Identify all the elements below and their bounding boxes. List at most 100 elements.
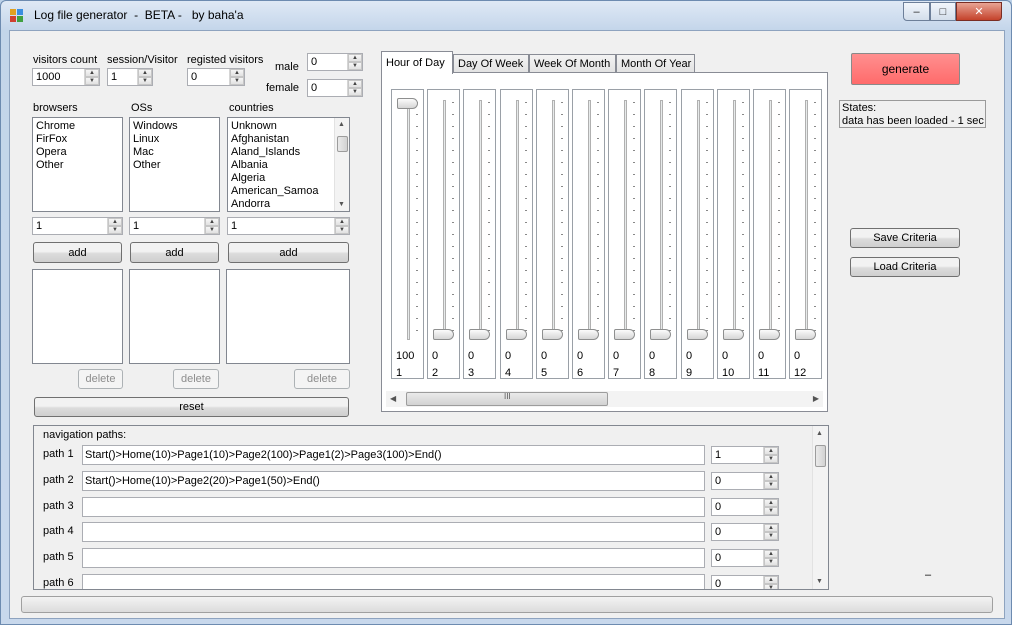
delete-country-button[interactable]: delete <box>294 369 350 389</box>
path-3-count-stepper[interactable]: 0 ▲ ▼ <box>711 498 779 516</box>
list-item[interactable]: Algeria <box>228 172 349 185</box>
path-6-count-stepper[interactable]: 0 ▲ ▼ <box>711 575 779 589</box>
hour-slider-3[interactable]: 03 <box>463 89 496 379</box>
list-item[interactable]: Linux <box>130 133 219 146</box>
spin-up-icon[interactable]: ▲ <box>764 550 778 558</box>
hour-slider-2[interactable]: 02 <box>427 89 460 379</box>
spin-up-icon[interactable]: ▲ <box>230 69 244 77</box>
list-item[interactable]: Chrome <box>33 120 122 133</box>
scroll-down-icon[interactable]: ▼ <box>338 201 345 208</box>
hour-slider-6[interactable]: 06 <box>572 89 605 379</box>
spin-up-icon[interactable]: ▲ <box>335 218 349 226</box>
list-item[interactable]: American_Samoa <box>228 185 349 198</box>
countries-weight-stepper[interactable]: 1 ▲ ▼ <box>227 217 350 235</box>
spin-down-icon[interactable]: ▼ <box>764 455 778 463</box>
path-3-input[interactable] <box>82 497 705 517</box>
spin-down-icon[interactable]: ▼ <box>764 507 778 515</box>
list-item[interactable]: Albania <box>228 159 349 172</box>
navigation-scrollbar[interactable]: ▲ ▼ <box>812 426 828 589</box>
session-stepper[interactable]: 1 ▲ ▼ <box>107 68 153 86</box>
list-item[interactable]: Unknown <box>228 120 349 133</box>
hour-slider-4[interactable]: 04 <box>500 89 533 379</box>
spin-up-icon[interactable]: ▲ <box>205 218 219 226</box>
tab-hour-of-day[interactable]: Hour of Day <box>381 51 453 74</box>
spin-up-icon[interactable]: ▲ <box>764 524 778 532</box>
spin-up-icon[interactable]: ▲ <box>764 576 778 584</box>
selected-browsers-listbox[interactable] <box>32 269 123 364</box>
slider-thumb[interactable] <box>687 329 708 340</box>
list-item[interactable]: Andorra <box>228 198 349 211</box>
path-6-input[interactable] <box>82 574 705 589</box>
male-stepper[interactable]: 0 ▲ ▼ <box>307 53 363 71</box>
selected-countries-listbox[interactable] <box>226 269 350 364</box>
spin-down-icon[interactable]: ▼ <box>764 558 778 566</box>
load-criteria-button[interactable]: Load Criteria <box>850 257 960 277</box>
path-2-input[interactable]: Start()>Home(10)>Page2(20)>Page1(50)>End… <box>82 471 705 491</box>
spin-down-icon[interactable]: ▼ <box>108 226 122 234</box>
slider-thumb[interactable] <box>542 329 563 340</box>
slider-thumb[interactable] <box>578 329 599 340</box>
path-5-count-stepper[interactable]: 0 ▲ ▼ <box>711 549 779 567</box>
slider-thumb[interactable] <box>506 329 527 340</box>
slider-thumb[interactable] <box>397 98 418 109</box>
hour-slider-8[interactable]: 08 <box>644 89 677 379</box>
oss-listbox[interactable]: Windows Linux Mac Other <box>129 117 220 212</box>
spin-up-icon[interactable]: ▲ <box>348 54 362 62</box>
hour-slider-11[interactable]: 0 11 <box>753 89 786 379</box>
female-stepper[interactable]: 0 ▲ ▼ <box>307 79 363 97</box>
slider-thumb[interactable] <box>469 329 490 340</box>
spin-up-icon[interactable]: ▲ <box>348 80 362 88</box>
slider-thumb[interactable] <box>614 329 635 340</box>
registed-visitors-stepper[interactable]: 0 ▲ ▼ <box>187 68 245 86</box>
hour-slider-12[interactable]: 0 12 <box>789 89 822 379</box>
list-item[interactable]: Windows <box>130 120 219 133</box>
list-item[interactable]: Opera <box>33 146 122 159</box>
scroll-up-icon[interactable]: ▲ <box>338 121 345 128</box>
path-4-input[interactable] <box>82 522 705 542</box>
spin-up-icon[interactable]: ▲ <box>764 473 778 481</box>
slider-thumb[interactable] <box>433 329 454 340</box>
spin-down-icon[interactable]: ▼ <box>764 481 778 489</box>
spin-up-icon[interactable]: ▲ <box>108 218 122 226</box>
reset-button[interactable]: reset <box>34 397 349 417</box>
tab-week-of-month[interactable]: Week Of Month <box>529 54 616 73</box>
countries-listbox[interactable]: Unknown Afghanistan Aland_Islands Albani… <box>227 117 350 212</box>
spin-down-icon[interactable]: ▼ <box>764 532 778 540</box>
sliders-scrollbar[interactable]: ◀ III ▶ <box>386 391 823 407</box>
minimize-button[interactable]: – <box>903 2 930 21</box>
scroll-down-icon[interactable]: ▼ <box>816 578 823 585</box>
spin-down-icon[interactable]: ▼ <box>348 62 362 70</box>
hour-slider-5[interactable]: 05 <box>536 89 569 379</box>
scroll-up-icon[interactable]: ▲ <box>816 430 823 437</box>
tab-day-of-week[interactable]: Day Of Week <box>453 54 529 73</box>
close-button[interactable]: ✕ <box>956 2 1002 21</box>
list-item[interactable]: Mac <box>130 146 219 159</box>
path-5-input[interactable] <box>82 548 705 568</box>
scroll-thumb[interactable] <box>337 136 348 152</box>
hour-slider-7[interactable]: 07 <box>608 89 641 379</box>
spin-down-icon[interactable]: ▼ <box>348 88 362 96</box>
slider-thumb[interactable] <box>795 329 816 340</box>
selected-oss-listbox[interactable] <box>129 269 220 364</box>
path-4-count-stepper[interactable]: 0 ▲ ▼ <box>711 523 779 541</box>
delete-browser-button[interactable]: delete <box>78 369 123 389</box>
add-country-button[interactable]: add <box>228 242 349 263</box>
path-1-count-stepper[interactable]: 1 ▲ ▼ <box>711 446 779 464</box>
add-os-button[interactable]: add <box>130 242 219 263</box>
scroll-left-icon[interactable]: ◀ <box>390 394 396 403</box>
hour-slider-1[interactable]: 100 1 <box>391 89 424 379</box>
oss-weight-stepper[interactable]: 1 ▲ ▼ <box>129 217 220 235</box>
generate-button[interactable]: generate <box>851 53 960 85</box>
browsers-listbox[interactable]: Chrome FirFox Opera Other <box>32 117 123 212</box>
title-bar[interactable]: Log file generator - BETA - by baha'a – … <box>1 1 1011 29</box>
spin-down-icon[interactable]: ▼ <box>138 77 152 85</box>
delete-os-button[interactable]: delete <box>173 369 219 389</box>
spin-down-icon[interactable]: ▼ <box>85 77 99 85</box>
list-item[interactable]: Afghanistan <box>228 133 349 146</box>
countries-scrollbar[interactable]: ▲ ▼ <box>334 118 349 211</box>
spin-down-icon[interactable]: ▼ <box>230 77 244 85</box>
slider-thumb[interactable] <box>650 329 671 340</box>
spin-down-icon[interactable]: ▼ <box>764 584 778 589</box>
spin-up-icon[interactable]: ▲ <box>764 499 778 507</box>
spin-down-icon[interactable]: ▼ <box>205 226 219 234</box>
